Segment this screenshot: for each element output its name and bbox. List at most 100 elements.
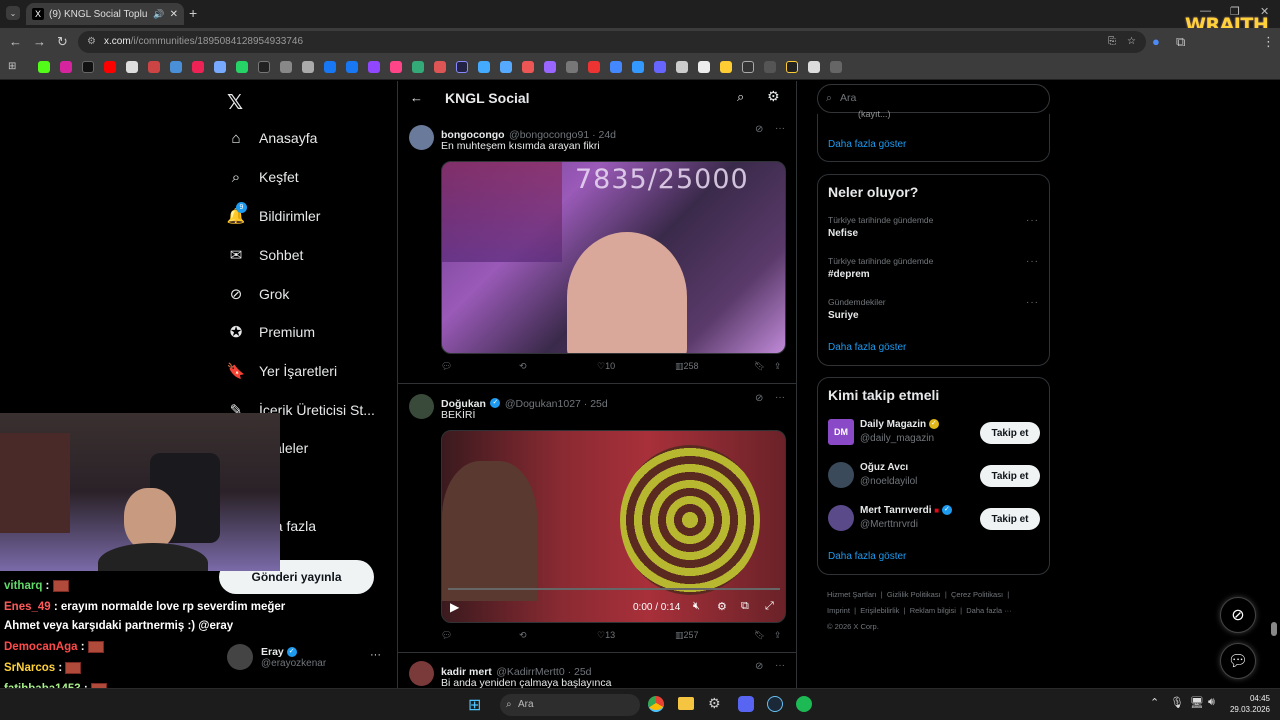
tweet[interactable]: bongocongo @bongocongo91 · 24d ⊘ ··· En … (398, 115, 796, 384)
nav-item-bookmarks[interactable]: 🔖 Yer İşaretleri (227, 362, 337, 380)
search-input[interactable]: ⌕ Ara (817, 84, 1050, 113)
avatar[interactable] (828, 505, 854, 531)
video-progress-bar[interactable] (448, 588, 780, 590)
retweet-icon[interactable]: ⟲ (519, 361, 527, 372)
footer-link[interactable]: Reklam bilgisi (910, 606, 956, 615)
grok-fab-icon[interactable]: ⊘ (1220, 597, 1256, 633)
network-icon[interactable]: 🖥︎ (1190, 696, 1204, 709)
x-bookmark-icon[interactable] (82, 61, 94, 73)
bookmark-icon-30[interactable] (676, 61, 688, 73)
bookmark-icon-7[interactable] (170, 61, 182, 73)
bookmark-icon-20[interactable] (456, 61, 468, 73)
steam-taskbar-icon[interactable] (767, 696, 783, 712)
bookmark-icon-12[interactable] (280, 61, 292, 73)
clock[interactable]: 04:45 29.03.2026 (1228, 693, 1270, 715)
bookmark-icon-18[interactable] (412, 61, 424, 73)
tab-close-icon[interactable]: ✕ (170, 9, 178, 20)
twitch-bookmark-icon[interactable] (368, 61, 380, 73)
tray-chevron-icon[interactable]: ⌃ (1150, 696, 1159, 709)
bookmark-icon-15[interactable] (346, 61, 358, 73)
nav-item-explore[interactable]: ⌕ Keşfet (227, 168, 299, 186)
bookmark-icon-9[interactable] (214, 61, 226, 73)
trend-more-icon[interactable]: ··· (1026, 256, 1039, 267)
browser-tab[interactable]: X (9) KNGL Social Topluluk / X 🔊 ✕ (26, 3, 184, 25)
footer-link[interactable]: Hizmet Şartları (827, 590, 877, 599)
taskbar-search[interactable]: ⌕ Ara (500, 694, 640, 716)
bookmark-icon-22[interactable] (500, 61, 512, 73)
suggestion-name[interactable]: Oğuz Avcı (860, 462, 908, 473)
grok-explain-icon[interactable]: ⊘ (755, 393, 763, 404)
reply-icon[interactable]: 💬︎ (441, 361, 452, 372)
follow-button[interactable]: Takip et (980, 465, 1040, 487)
bookmark-icon-34[interactable] (764, 61, 776, 73)
bookmark-icon-35[interactable] (786, 61, 798, 73)
tweet-handle[interactable]: @Dogukan1027 · 25d (505, 398, 608, 410)
footer-link[interactable]: Çerez Politikası (951, 590, 1003, 599)
show-more-link[interactable]: Daha fazla göster (828, 551, 906, 562)
profile-ext-icon[interactable]: ● (1152, 34, 1160, 49)
avatar[interactable] (409, 394, 434, 419)
bookmark-icon-26[interactable] (588, 61, 600, 73)
tweet-more-icon[interactable]: ··· (775, 660, 785, 671)
bookmark-icon-11[interactable] (258, 61, 270, 73)
back-icon[interactable]: ← (9, 34, 22, 49)
avatar[interactable] (409, 661, 434, 686)
retweet-icon[interactable]: ⟲ (519, 630, 527, 641)
follow-button[interactable]: Takip et (980, 422, 1040, 444)
grok-explain-icon[interactable]: ⊘ (755, 124, 763, 135)
youtube-bookmark-icon[interactable] (104, 61, 116, 73)
bookmark-icon-6[interactable] (148, 61, 160, 73)
nav-item-premium[interactable]: ✪ Premium (227, 323, 315, 341)
spotify-taskbar-icon[interactable] (796, 696, 812, 712)
scrollbar-thumb[interactable] (1271, 622, 1277, 636)
menu-icon[interactable]: ⋮ (1262, 34, 1275, 50)
bookmark-icon-24[interactable] (544, 61, 556, 73)
audio-icon[interactable]: 🔊 (153, 9, 164, 20)
settings-icon[interactable]: ⚙ (767, 88, 780, 105)
bookmark-icon-23[interactable] (522, 61, 534, 73)
avatar[interactable] (409, 125, 434, 150)
bookmark-icon-17[interactable] (390, 61, 402, 73)
file-explorer-icon[interactable] (678, 697, 694, 710)
footer-link[interactable]: Erişilebilirlik (860, 606, 899, 615)
video-settings-icon[interactable]: ⚙ (717, 600, 727, 613)
trend-more-icon[interactable]: ··· (1026, 215, 1039, 226)
discord-taskbar-icon[interactable] (738, 696, 754, 712)
mute-icon[interactable]: 🔇︎ (693, 600, 700, 613)
x-logo-icon[interactable]: 𝕏 (227, 90, 243, 115)
tweet-video[interactable]: ▶ 0:00 / 0:14 🔇︎ ⚙ ⧉ ⤢ (441, 430, 786, 623)
bookmark-icon-8[interactable] (192, 61, 204, 73)
chrome-taskbar-icon[interactable] (648, 696, 664, 712)
bookmark-icon-29[interactable] (654, 61, 666, 73)
forward-icon[interactable]: → (33, 34, 46, 49)
instagram-bookmark-icon[interactable] (60, 61, 72, 73)
show-more-link[interactable]: Daha fazla göster (828, 139, 906, 150)
reply-icon[interactable]: 💬︎ (441, 630, 452, 641)
bookmark-tweet-icon[interactable]: 🔖︎ (754, 361, 765, 372)
show-more-link[interactable]: Daha fazla göster (828, 342, 906, 353)
back-arrow-icon[interactable]: ← (410, 90, 423, 105)
views-button[interactable]: ▥ 258 (675, 361, 699, 372)
bookmark-icon-28[interactable] (632, 61, 644, 73)
footer-link[interactable]: Imprint (827, 606, 850, 615)
site-info-icon[interactable]: ⚙ (87, 31, 96, 53)
bookmark-icon-33[interactable] (742, 61, 754, 73)
like-button[interactable]: ♡ 13 (597, 630, 615, 641)
apps-icon[interactable]: ⊞ (8, 61, 20, 73)
tab-search-button[interactable]: ⌄ (6, 6, 20, 20)
share-icon[interactable]: ⇪ (774, 361, 782, 372)
footer-link[interactable]: Gizlilik Politikası (887, 590, 941, 599)
new-tab-button[interactable]: + (189, 5, 197, 21)
avatar[interactable]: DM (828, 419, 854, 445)
bookmark-icon-21[interactable] (478, 61, 490, 73)
nav-item-chat[interactable]: ✉ Sohbet (227, 246, 304, 264)
nav-item-grok[interactable]: ⊘ Grok (227, 285, 290, 303)
whatsapp-bookmark-icon[interactable] (236, 61, 248, 73)
fullscreen-icon[interactable]: ⤢ (765, 600, 774, 613)
volume-icon[interactable]: 🔊︎ (1208, 696, 1215, 709)
tweet[interactable]: kadir mert @KadirrMertt0 · 25d ⊘ ··· Bi … (398, 653, 796, 688)
tweet-more-icon[interactable]: ··· (775, 123, 785, 134)
tweet[interactable]: Doğukan ✓ @Dogukan1027 · 25d ⊘ ··· BEKİR… (398, 384, 796, 653)
profile-more-icon[interactable]: ··· (370, 649, 381, 661)
app-taskbar-icon[interactable]: ⚙ (708, 695, 721, 712)
